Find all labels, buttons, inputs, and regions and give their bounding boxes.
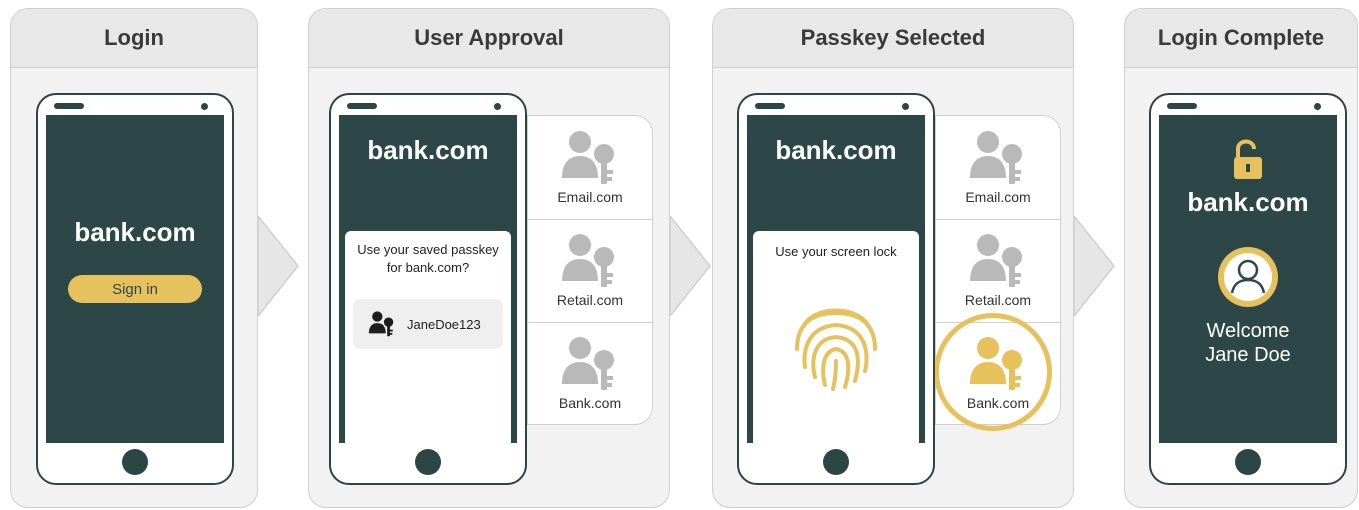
passkey-label: Retail.com (556, 292, 624, 308)
step-title: Login Complete (1125, 9, 1357, 68)
phone-camera (201, 103, 208, 110)
passkey-selected-step-panel: Passkey Selected Email.com Retail.com Ba… (712, 8, 1074, 508)
phone-speaker (1167, 103, 1197, 109)
selection-highlight-ring (934, 313, 1052, 431)
account-option[interactable]: JaneDoe123 (353, 299, 503, 349)
avatar (1218, 247, 1278, 307)
home-button (823, 449, 849, 475)
site-name: bank.com (775, 135, 897, 165)
passkey-label: Email.com (557, 189, 623, 205)
site-name: bank.com (367, 135, 489, 165)
phone-camera (1314, 103, 1321, 110)
site-name: bank.com (74, 217, 196, 247)
prompt-text: Use your saved passkey for bank.com? (357, 242, 499, 275)
user-key-icon (367, 309, 397, 339)
passkey-label: Email.com (965, 189, 1031, 205)
passkey-item-bank[interactable]: Bank.com (528, 322, 652, 425)
welcome-name: Jane Doe (1205, 344, 1291, 366)
passkey-label: Bank.com (558, 395, 622, 411)
user-key-icon (966, 229, 1030, 293)
passkey-label: Retail.com (964, 292, 1032, 308)
arrow-icon (258, 216, 299, 316)
phone: bank.com Sign in (36, 93, 234, 485)
user-key-icon (558, 332, 622, 396)
phone-screen: bank.com Use your screen lock (747, 115, 925, 443)
user-avatar-icon (1224, 253, 1272, 301)
passkey-item-retail[interactable]: Retail.com (528, 219, 652, 322)
fingerprint-icon[interactable] (791, 297, 881, 393)
login-step-panel: Login bank.com Sign in (10, 8, 258, 508)
step-title: Login (11, 9, 257, 68)
home-button (122, 449, 148, 475)
phone: bank.com Use your screen lock (737, 93, 935, 485)
passkey-item-email[interactable]: Email.com (936, 116, 1060, 219)
user-key-icon (558, 126, 622, 190)
step-title: Passkey Selected (713, 9, 1073, 68)
phone: bank.com Welcome Jane Doe (1149, 93, 1347, 485)
phone-speaker (54, 103, 84, 109)
phone-screen: bank.com Welcome Jane Doe (1159, 115, 1337, 443)
phone-speaker (347, 103, 377, 109)
welcome-line: Welcome (1206, 320, 1290, 342)
phone-camera (902, 103, 909, 110)
arrow-icon (1074, 216, 1115, 316)
user-key-icon (966, 126, 1030, 190)
phone-screen: bank.com Sign in (46, 115, 224, 443)
passkey-list: Email.com Retail.com Bank.com (527, 115, 653, 425)
phone-camera (494, 103, 501, 110)
passkey-prompt-dialog: Use your saved passkey for bank.com? Jan… (345, 231, 511, 443)
step-title: User Approval (309, 9, 669, 68)
site-name: bank.com (1187, 187, 1309, 217)
user-key-icon (558, 229, 622, 293)
prompt-text: Use your screen lock (775, 244, 897, 259)
home-button (415, 449, 441, 475)
login-complete-step-panel: Login Complete bank.com Welcome Jane Doe (1124, 8, 1358, 508)
phone-screen: bank.com Use your saved passkey for bank… (339, 115, 517, 443)
user-approval-step-panel: User Approval Email.com Retail.com Bank.… (308, 8, 670, 508)
username: JaneDoe123 (407, 316, 481, 332)
sign-in-button[interactable]: Sign in (68, 275, 202, 303)
unlocked-padlock-icon (1234, 139, 1262, 179)
home-button (1235, 449, 1261, 475)
phone-speaker (755, 103, 785, 109)
passkey-item-retail[interactable]: Retail.com (936, 219, 1060, 322)
screen-lock-dialog: Use your screen lock (753, 231, 919, 443)
phone: bank.com Use your saved passkey for bank… (329, 93, 527, 485)
passkey-item-email[interactable]: Email.com (528, 116, 652, 219)
